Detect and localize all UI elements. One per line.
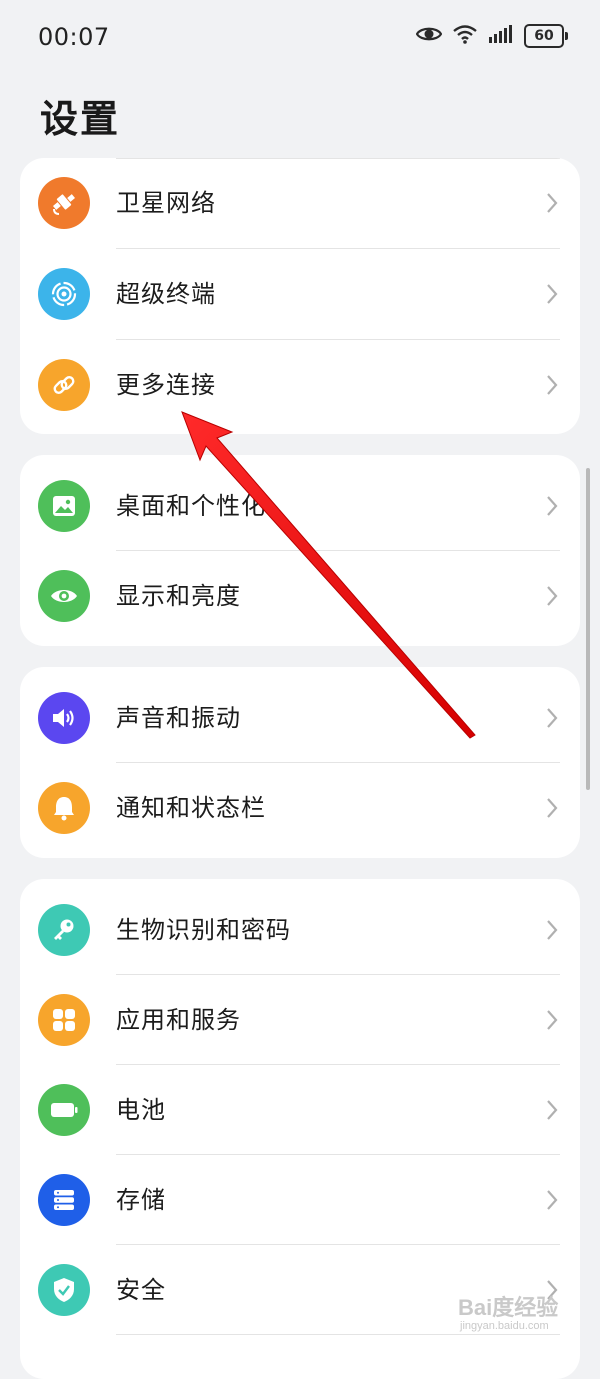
settings-item-display-brightness[interactable]: 显示和亮度 [20, 551, 580, 641]
settings-item-label: 显示和亮度 [116, 582, 241, 610]
settings-item-super-device[interactable]: 超级终端 [20, 249, 580, 339]
key-icon [38, 904, 90, 956]
settings-item-label: 卫星网络 [116, 189, 216, 217]
settings-item-label: 超级终端 [116, 280, 216, 308]
settings-item-label: 安全 [116, 1276, 166, 1304]
settings-group-display: 桌面和个性化 显示和亮度 [20, 455, 580, 646]
eye-icon [415, 25, 443, 47]
chevron-right-icon [547, 798, 558, 818]
settings-item-label: 声音和振动 [116, 704, 241, 732]
apps-icon [38, 994, 90, 1046]
settings-group-sound-notifications: 声音和振动 通知和状态栏 [20, 667, 580, 858]
settings-item-biometrics-password[interactable]: 生物识别和密码 [20, 885, 580, 975]
status-bar: 00:07 60 [0, 0, 600, 78]
settings-item-label: 电池 [116, 1096, 166, 1124]
settings-item-apps-services[interactable]: 应用和服务 [20, 975, 580, 1065]
settings-item-home-screen[interactable]: 桌面和个性化 [20, 461, 580, 551]
chevron-right-icon [547, 496, 558, 516]
chevron-right-icon [547, 920, 558, 940]
settings-item-satellite-network[interactable]: 卫星网络 [20, 158, 580, 248]
watermark-logo: Bai度经验 [458, 1295, 559, 1320]
link-icon [38, 359, 90, 411]
storage-icon [38, 1174, 90, 1226]
eye-icon [38, 570, 90, 622]
settings-item-label: 存储 [116, 1186, 166, 1214]
chevron-right-icon [547, 1010, 558, 1030]
satellite-icon [38, 177, 90, 229]
scrollbar[interactable] [586, 468, 590, 790]
settings-item-storage[interactable]: 存储 [20, 1155, 580, 1245]
settings-item-label: 生物识别和密码 [116, 916, 291, 944]
page-title: 设置 [40, 97, 121, 141]
chevron-right-icon [547, 708, 558, 728]
settings-item-battery[interactable]: 电池 [20, 1065, 580, 1155]
watermark: Bai度经验 jingyan.baidu.com [458, 1290, 588, 1340]
status-icons: 60 [415, 24, 568, 48]
chevron-right-icon [547, 586, 558, 606]
wallpaper-icon [38, 480, 90, 532]
chevron-right-icon [547, 284, 558, 304]
settings-item-sound-vibration[interactable]: 声音和振动 [20, 673, 580, 763]
shield-icon [38, 1264, 90, 1316]
settings-item-notifications-status-bar[interactable]: 通知和状态栏 [20, 763, 580, 853]
settings-item-label: 应用和服务 [116, 1006, 241, 1034]
settings-item-more-connections[interactable]: 更多连接 [20, 340, 580, 430]
signal-icon [488, 24, 514, 48]
settings-item-label: 更多连接 [116, 371, 216, 399]
battery-icon [38, 1084, 90, 1136]
watermark-url: jingyan.baidu.com [460, 1320, 549, 1332]
settings-group-connectivity: 卫星网络 超级终端 更多连接 [20, 158, 580, 434]
super-device-icon [38, 268, 90, 320]
chevron-right-icon [547, 1100, 558, 1120]
chevron-right-icon [547, 1190, 558, 1210]
speaker-icon [38, 692, 90, 744]
chevron-right-icon [547, 375, 558, 395]
settings-item-label: 桌面和个性化 [116, 492, 266, 520]
bell-icon [38, 782, 90, 834]
wifi-icon [452, 24, 478, 48]
battery-icon: 60 [524, 24, 568, 48]
chevron-right-icon [547, 193, 558, 213]
settings-item-label: 通知和状态栏 [116, 794, 266, 822]
status-time: 00:07 [38, 23, 110, 51]
